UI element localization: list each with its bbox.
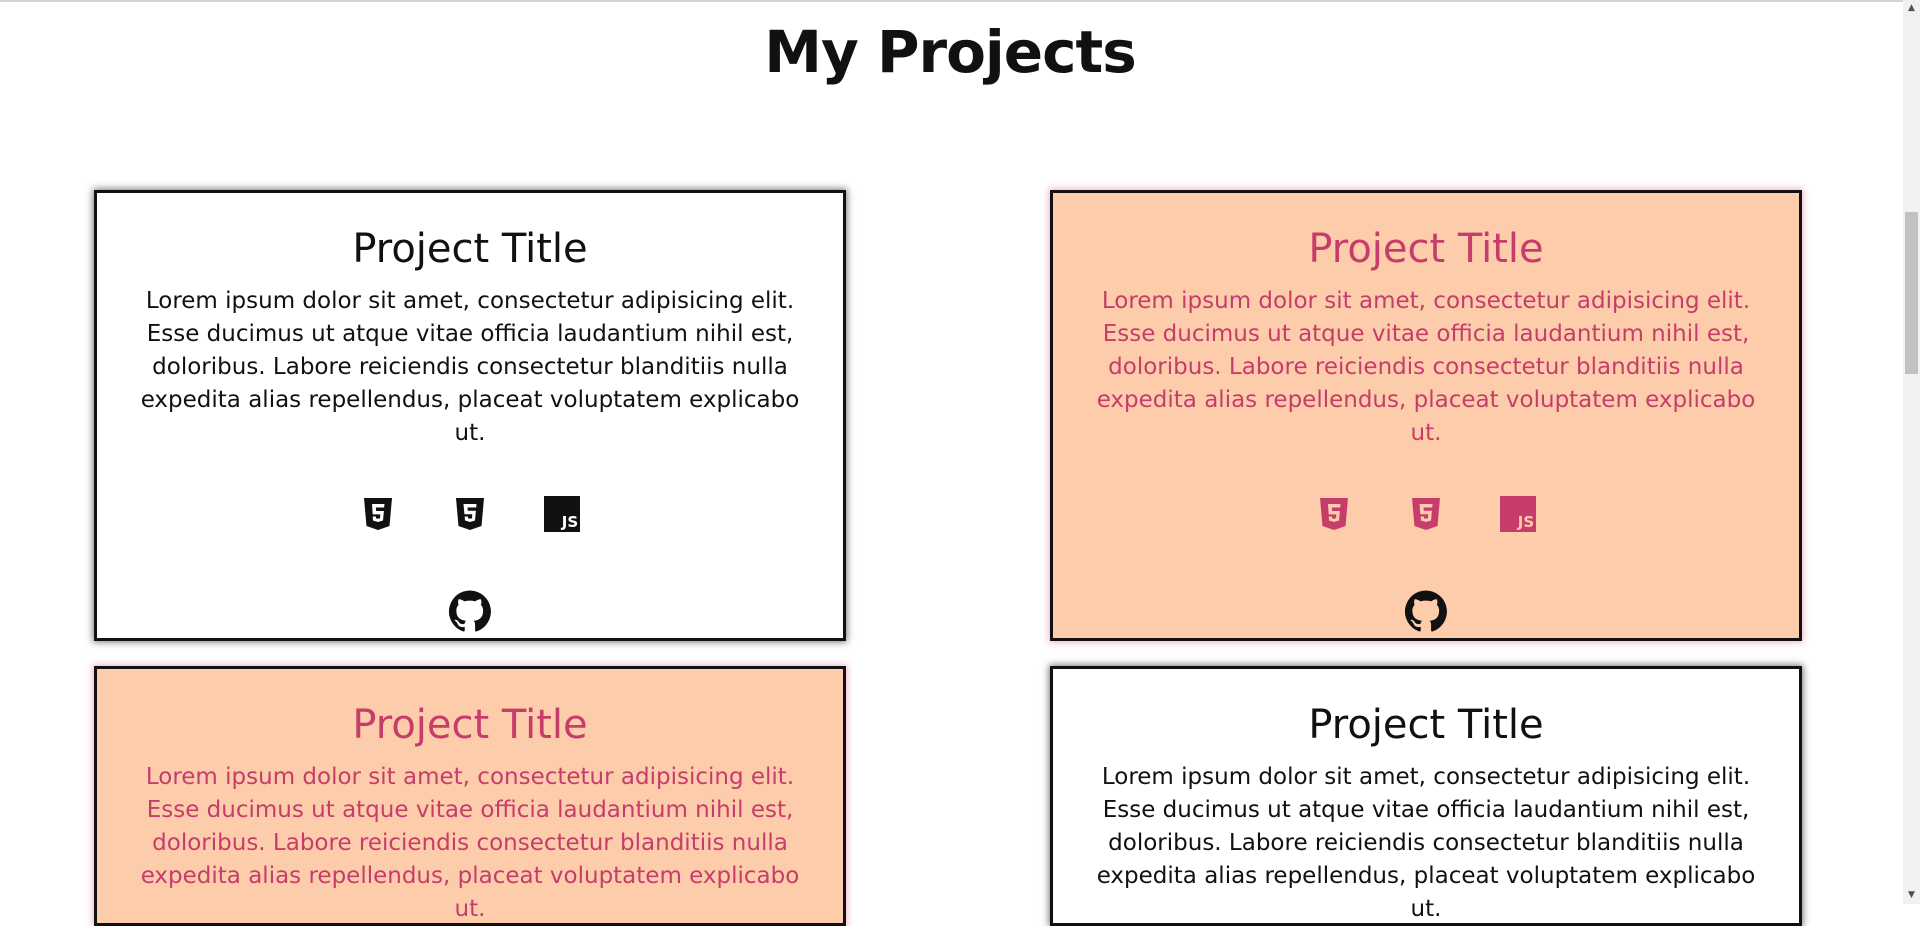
javascript-icon: JS [544,496,580,532]
project-card: Project Title Lorem ipsum dolor sit amet… [1050,666,1802,926]
github-icon [449,590,491,632]
project-title: Project Title [1308,226,1544,272]
github-link[interactable] [1405,590,1447,632]
scrollbar-thumb[interactable] [1905,212,1918,374]
project-card: Project Title Lorem ipsum dolor sit amet… [94,190,846,641]
javascript-icon-label: JS [561,513,578,531]
project-title: Project Title [1308,702,1544,748]
project-description: Lorem ipsum dolor sit amet, consectetur … [140,764,800,922]
scroll-down-arrow-icon[interactable]: ▼ [1903,887,1920,904]
project-title: Project Title [352,226,588,272]
project-description: Lorem ipsum dolor sit amet, consectetur … [1096,288,1756,446]
css3-icon [452,496,488,532]
html5-icon [1316,496,1352,532]
github-link[interactable] [449,590,491,632]
page-title: My Projects [764,18,1137,86]
project-title: Project Title [352,702,588,748]
css3-icon [1408,496,1444,532]
project-card: Project Title Lorem ipsum dolor sit amet… [1050,190,1802,641]
javascript-icon: JS [1500,496,1536,532]
tech-stack: JS [127,496,813,532]
tech-stack: JS [1083,496,1769,532]
project-description: Lorem ipsum dolor sit amet, consectetur … [140,288,800,446]
javascript-icon-label: JS [1517,513,1534,531]
top-border [0,0,1903,2]
vertical-scrollbar[interactable]: ▲ ▼ [1903,0,1920,904]
project-card: Project Title Lorem ipsum dolor sit amet… [94,666,846,926]
scroll-up-arrow-icon[interactable]: ▲ [1903,0,1920,17]
github-icon [1405,590,1447,632]
html5-icon [360,496,396,532]
project-description: Lorem ipsum dolor sit amet, consectetur … [1096,764,1756,922]
